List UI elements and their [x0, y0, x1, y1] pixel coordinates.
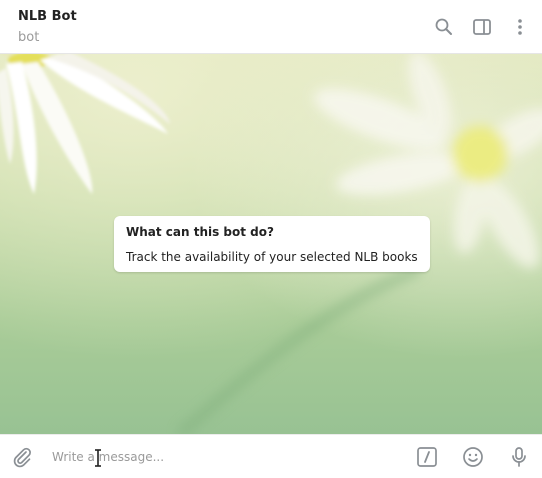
sidebar-toggle-icon[interactable] [470, 15, 494, 39]
emoji-icon[interactable] [461, 445, 485, 469]
chat-window: NLB Bot bot What can this bot do? Track … [0, 0, 542, 478]
commands-icon[interactable] [415, 445, 439, 469]
attach-icon[interactable] [10, 445, 34, 469]
bot-info-description: Track the availability of your selected … [126, 250, 418, 264]
chat-subtitle: bot [18, 30, 40, 45]
bot-info-title: What can this bot do? [126, 225, 274, 239]
more-vertical-icon[interactable] [508, 15, 532, 39]
message-composer [0, 434, 542, 478]
search-icon[interactable] [432, 15, 456, 39]
chat-area[interactable]: What can this bot do? Track the availabi… [0, 54, 542, 434]
microphone-icon[interactable] [507, 445, 531, 469]
bot-info-card: What can this bot do? Track the availabi… [114, 216, 430, 272]
chat-title[interactable]: NLB Bot [18, 9, 77, 24]
chat-header: NLB Bot bot [0, 0, 542, 54]
message-input[interactable] [50, 443, 400, 471]
